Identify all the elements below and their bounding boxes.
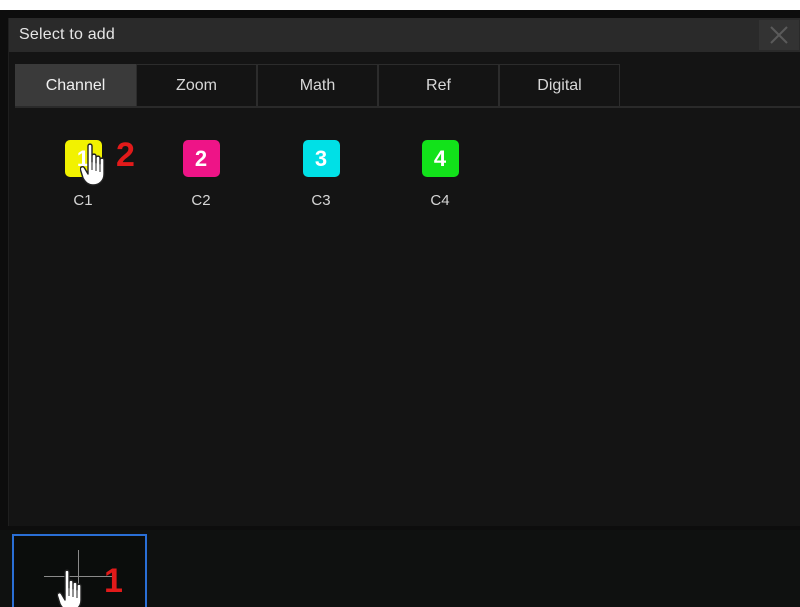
channel-item-c4[interactable]: 4 C4 <box>410 140 470 209</box>
tab-zoom[interactable]: Zoom <box>136 64 257 106</box>
channel-4-label: C4 <box>430 192 450 209</box>
hand-pointer-icon <box>80 143 105 186</box>
tab-math[interactable]: Math <box>257 64 378 106</box>
channel-2-label: C2 <box>191 192 211 209</box>
oscilloscope-screen: Select to add Channel Zoom Math Ref Digi… <box>0 10 800 607</box>
dialog-titlebar: Select to add <box>9 18 800 52</box>
channel-2-button[interactable]: 2 <box>182 140 220 177</box>
tab-bar: Channel Zoom Math Ref Digital <box>15 64 620 106</box>
channel-4-button[interactable]: 4 <box>421 140 459 177</box>
channel-3-button[interactable]: 3 <box>302 140 340 177</box>
channel-3-label: C3 <box>311 192 331 209</box>
close-icon <box>770 26 788 44</box>
select-to-add-dialog: Select to add Channel Zoom Math Ref Digi… <box>8 18 800 526</box>
channel-item-c3[interactable]: 3 C3 <box>291 140 351 209</box>
tab-digital[interactable]: Digital <box>499 64 620 106</box>
tab-divider <box>15 106 800 108</box>
hand-pointer-icon <box>57 569 82 607</box>
close-button[interactable] <box>759 20 799 50</box>
channel-item-c2[interactable]: 2 C2 <box>171 140 231 209</box>
channel-1-label: C1 <box>73 192 93 209</box>
tab-channel[interactable]: Channel <box>15 64 136 106</box>
dialog-title: Select to add <box>19 26 115 43</box>
tab-ref[interactable]: Ref <box>378 64 499 106</box>
step-2-marker: 2 <box>116 136 135 174</box>
step-1-marker: 1 <box>104 562 123 600</box>
